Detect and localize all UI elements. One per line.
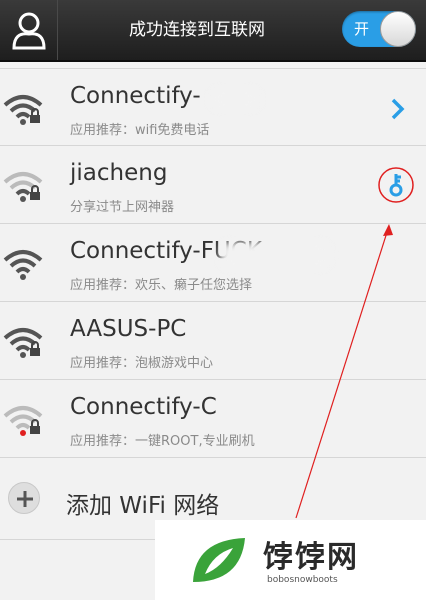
network-subtitle: 应用推荐：一键ROOT,专业刷机 — [70, 434, 255, 449]
network-ssid: Connectify-C — [70, 394, 217, 420]
leaf-logo-icon — [193, 538, 245, 582]
network-subtitle: 应用推荐：wifi免费电话 — [70, 123, 210, 138]
connection-status-title: 成功连接到互联网 — [129, 20, 265, 40]
wifi-toggle[interactable]: 开 — [342, 11, 416, 47]
network-row[interactable]: jiacheng 分享过节上网神器 — [0, 146, 426, 224]
toggle-label: 开 — [354, 20, 370, 38]
wifi-network-list: Connectify- 应用推荐：wifi免费电话 jiacheng 分享过节上… — [0, 68, 426, 458]
network-row[interactable]: Connectify-C 应用推荐：一键ROOT,专业刷机 — [0, 380, 426, 458]
key-icon[interactable] — [376, 165, 416, 205]
watermark-name: 饽饽网 — [263, 540, 359, 575]
network-ssid: AASUS-PC — [70, 316, 187, 342]
network-ssid: jiacheng — [70, 160, 168, 186]
network-row[interactable]: Connectify-FUCK 应用推荐：欢乐、癞子任您选择 — [0, 224, 426, 302]
redaction-blur — [210, 89, 260, 109]
wifi-signal-locked-icon — [3, 172, 43, 202]
network-row[interactable]: AASUS-PC 应用推荐：泡椒游戏中心 — [0, 302, 426, 380]
user-icon — [11, 12, 46, 50]
user-profile-button[interactable] — [0, 0, 58, 60]
top-bar: 成功连接到互联网 开 — [0, 0, 426, 62]
chevron-right-icon[interactable] — [390, 97, 406, 121]
watermark-domain: bobosnowboots — [267, 575, 338, 585]
network-subtitle: 应用推荐：泡椒游戏中心 — [70, 356, 214, 371]
add-network-label: 添加 WiFi 网络 — [66, 493, 220, 519]
network-subtitle: 应用推荐：欢乐、癞子任您选择 — [70, 278, 253, 293]
wifi-signal-locked-icon — [3, 95, 43, 125]
wifi-signal-locked-icon — [3, 328, 43, 358]
network-subtitle: 分享过节上网神器 — [70, 200, 175, 215]
site-watermark: 饽饽网 bobosnowboots — [155, 520, 426, 600]
plus-icon — [8, 482, 40, 514]
redaction-blur — [220, 242, 330, 268]
toggle-knob[interactable] — [380, 11, 416, 47]
wifi-signal-weak-locked-icon — [3, 406, 43, 436]
network-row[interactable]: Connectify- 应用推荐：wifi免费电话 — [0, 68, 426, 146]
network-ssid: Connectify- — [70, 83, 201, 109]
wifi-signal-icon — [3, 250, 43, 280]
